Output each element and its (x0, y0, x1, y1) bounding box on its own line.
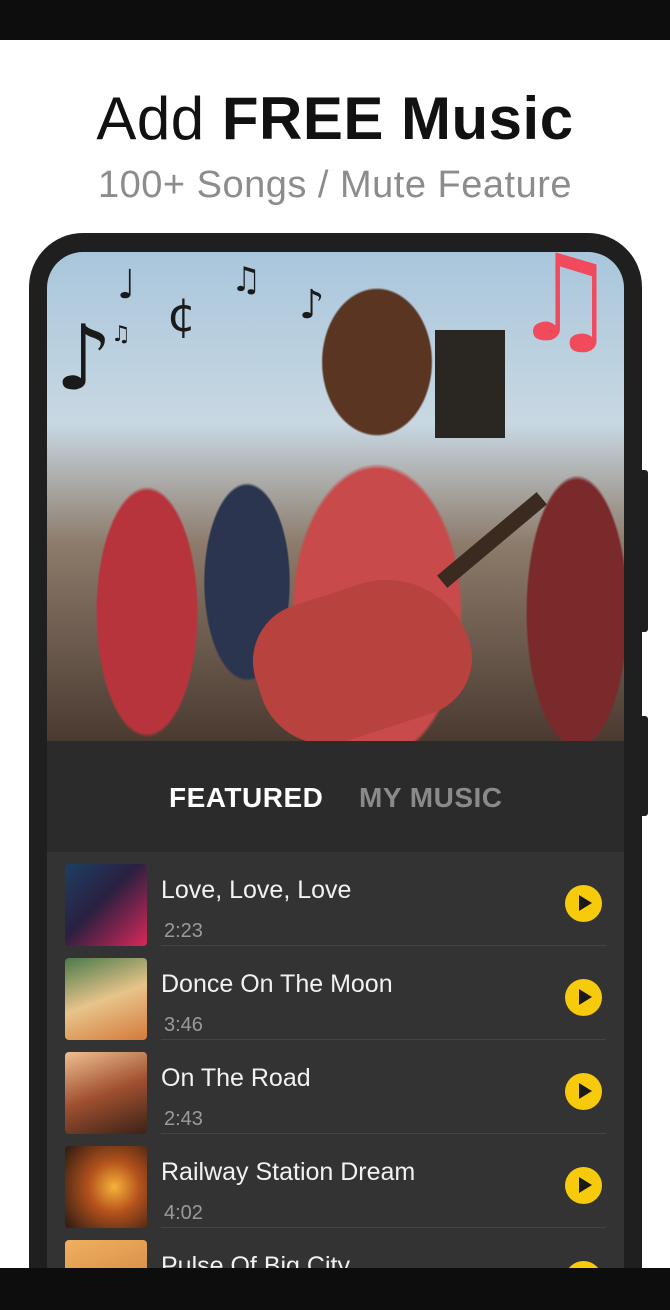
track-list: Love, Love, Love 2:23 Donce On The Moon … (47, 852, 624, 1268)
music-note-icon: ♪ (55, 306, 113, 411)
track-thumbnail (65, 1240, 147, 1268)
track-title: On The Road (161, 1064, 311, 1092)
music-note-icon: ♫ (231, 260, 262, 300)
music-note-icon: ♫ (511, 252, 619, 369)
page-subtitle: 100+ Songs / Mute Feature (97, 164, 573, 206)
speaker-shape (435, 330, 505, 438)
phone-side-button (638, 716, 648, 816)
music-note-icon: ♩ (117, 262, 136, 308)
play-icon[interactable] (565, 979, 602, 1016)
play-icon[interactable] (565, 885, 602, 922)
track-duration: 2:43 (164, 1108, 203, 1130)
tab-featured[interactable]: FEATURED (169, 782, 323, 814)
track-row[interactable]: Donce On The Moon 3:46 (47, 946, 624, 1040)
track-row[interactable]: Love, Love, Love 2:23 (47, 852, 624, 946)
title-prefix: Add (96, 85, 222, 152)
tab-bar: FEATURED MY MUSIC (47, 782, 624, 822)
music-note-icon: ♪ (299, 282, 325, 328)
track-title: Love, Love, Love (161, 876, 352, 904)
music-note-icon: ¢ (167, 288, 197, 342)
track-duration: 2:23 (164, 920, 203, 942)
status-bar (0, 0, 670, 40)
page-title: Add FREE Music (0, 84, 670, 153)
track-row[interactable]: Pulse Of Big City (47, 1228, 624, 1268)
hero-photo: ♪ ♫ ♩ ¢ ♫ ♪ ♫ (47, 252, 624, 741)
track-row[interactable]: On The Road 2:43 (47, 1040, 624, 1134)
navigation-bar (0, 1268, 670, 1310)
track-thumbnail (65, 864, 147, 946)
play-icon[interactable] (565, 1073, 602, 1110)
tab-my-music[interactable]: MY MUSIC (359, 782, 503, 814)
track-thumbnail (65, 1052, 147, 1134)
play-icon[interactable] (565, 1261, 602, 1268)
music-note-icon: ♫ (111, 322, 131, 347)
title-bold: FREE Music (221, 85, 574, 152)
track-thumbnail (65, 1146, 147, 1228)
track-title: Pulse Of Big City (161, 1252, 350, 1268)
track-title: Railway Station Dream (161, 1158, 416, 1186)
track-duration: 3:46 (164, 1014, 203, 1036)
track-thumbnail (65, 958, 147, 1040)
track-title: Donce On The Moon (161, 970, 393, 998)
track-duration: 4:02 (164, 1202, 203, 1224)
guitar-neck (437, 492, 547, 588)
promo-canvas: Add FREE Music 100+ Songs / Mute Feature… (0, 40, 670, 1268)
phone-side-button (638, 470, 648, 632)
play-icon[interactable] (565, 1167, 602, 1204)
track-row[interactable]: Railway Station Dream 4:02 (47, 1134, 624, 1228)
phone-screen: ♪ ♫ ♩ ¢ ♫ ♪ ♫ FEATURED MY MUSIC Love, Lo… (47, 252, 624, 1268)
